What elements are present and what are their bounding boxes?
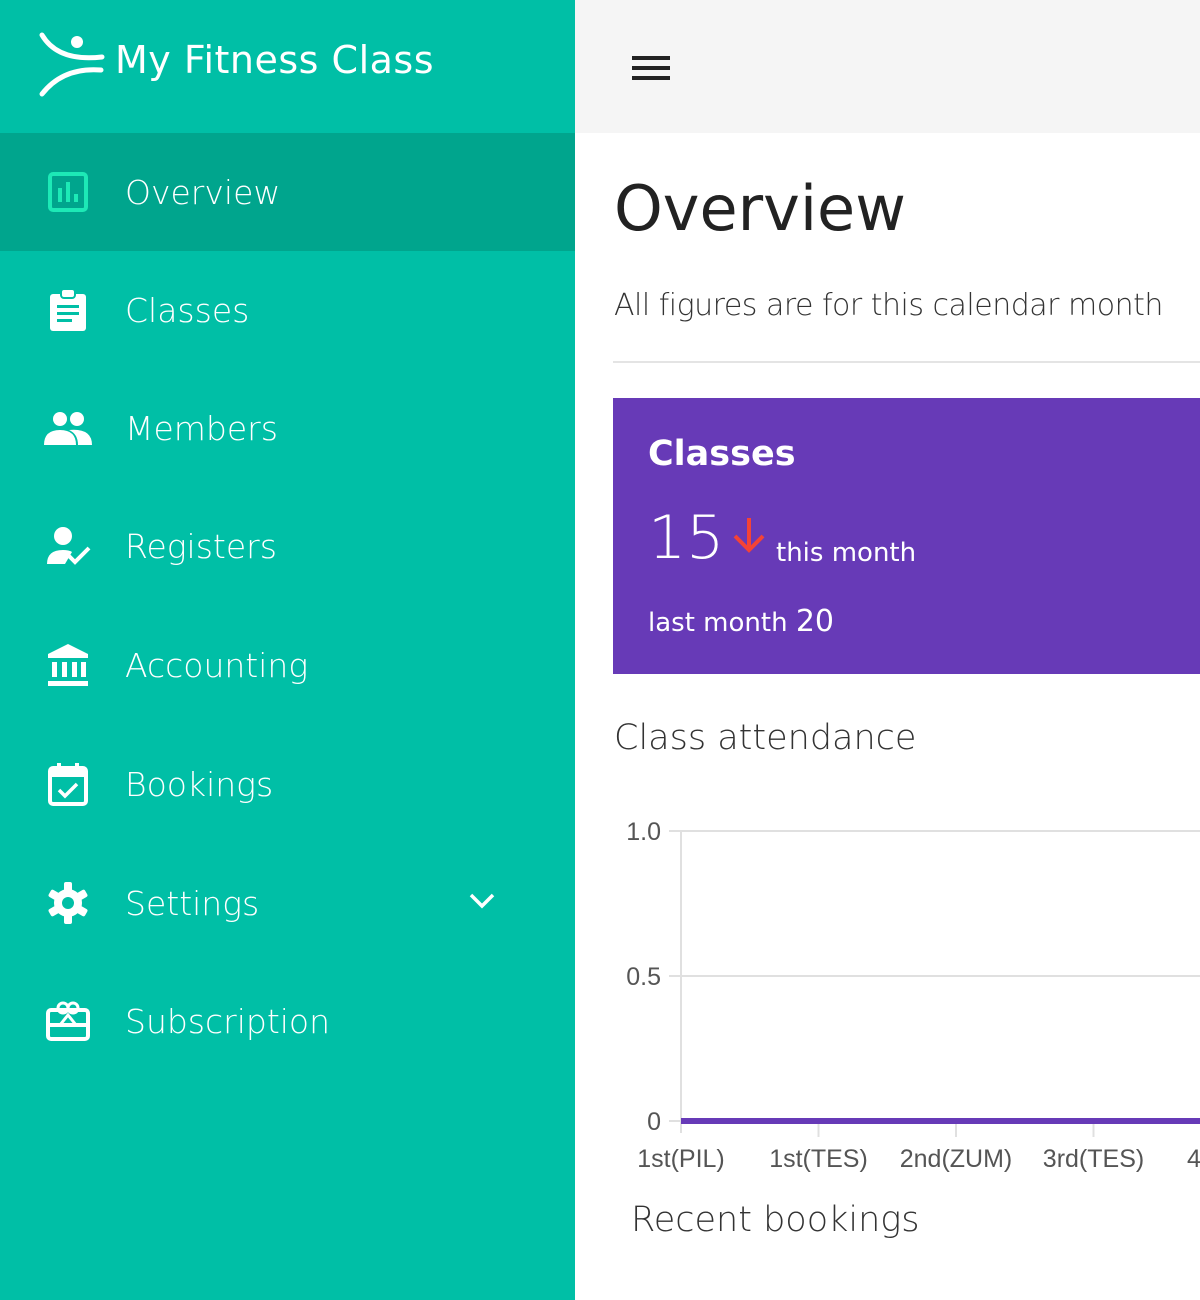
arrow-down-icon	[731, 516, 767, 561]
y-tick-label: 1.0	[626, 818, 661, 846]
sidebar-item-label: Registers	[125, 526, 277, 566]
sidebar-item-overview[interactable]: Overview	[0, 133, 575, 251]
sidebar-item-label: Subscription	[125, 1001, 331, 1041]
brand-name: My Fitness Class	[115, 38, 435, 82]
sidebar-item-label: Accounting	[125, 645, 309, 685]
bank-icon	[44, 641, 92, 689]
sidebar-item-bookings[interactable]: Bookings	[0, 725, 575, 843]
y-tick-label: 0	[647, 1108, 661, 1136]
top-bar	[575, 0, 1200, 133]
recent-bookings-title: Recent bookings	[631, 1200, 920, 1240]
gift-card-icon	[44, 997, 92, 1045]
sidebar-item-registers[interactable]: Registers	[0, 487, 575, 605]
people-icon	[44, 404, 92, 452]
hamburger-icon[interactable]	[632, 56, 670, 84]
card-value: 15	[648, 503, 725, 573]
sidebar-item-label: Classes	[125, 290, 250, 330]
last-month: last month 20	[648, 604, 834, 639]
sidebar-item-accounting[interactable]: Accounting	[0, 606, 575, 724]
y-tick-label: 0.5	[626, 963, 661, 991]
logo-icon	[39, 32, 105, 97]
last-month-value: 20	[795, 604, 834, 639]
chevron-down-icon[interactable]	[466, 891, 498, 916]
this-month-label: this month	[776, 538, 917, 568]
last-month-label: last month	[648, 608, 788, 638]
x-tick-label: 1st(PIL)	[637, 1145, 725, 1173]
x-tick-label: 1st(TES)	[769, 1145, 868, 1173]
brand-logo[interactable]: My Fitness Class	[0, 0, 575, 133]
card-title: Classes	[648, 434, 796, 474]
sidebar-item-label: Overview	[125, 172, 281, 212]
attendance-title: Class attendance	[614, 718, 917, 758]
gear-icon	[44, 879, 92, 927]
x-tick-label: 4	[1187, 1145, 1200, 1173]
page-title: Overview	[614, 172, 906, 245]
clipboard-icon	[44, 286, 92, 334]
person-check-icon	[44, 522, 92, 570]
sidebar-item-label: Settings	[125, 883, 260, 923]
calendar-check-icon	[44, 760, 92, 808]
x-tick-label: 2nd(ZUM)	[900, 1145, 1013, 1173]
sidebar-item-subscription[interactable]: Subscription	[0, 962, 575, 1080]
classes-stat-card: Classes 15 this month last month 20	[613, 398, 1200, 674]
divider	[613, 361, 1200, 363]
attendance-chart: 0 0.5 1.0 1st(PIL) 1st(TES) 2nd(ZUM) 3rd(TES) 4	[626, 818, 1200, 1173]
x-tick-label: 3rd(TES)	[1043, 1145, 1144, 1173]
bar-chart-icon	[44, 168, 92, 216]
sidebar-item-settings[interactable]: Settings	[0, 844, 575, 962]
sidebar: My Fitness Class Overview Classes Member…	[0, 0, 575, 1300]
sidebar-item-label: Bookings	[125, 764, 274, 804]
page-subtitle: All figures are for this calendar month	[614, 288, 1163, 323]
sidebar-item-members[interactable]: Members	[0, 369, 575, 487]
sidebar-item-label: Members	[125, 408, 278, 448]
sidebar-item-classes[interactable]: Classes	[0, 251, 575, 369]
